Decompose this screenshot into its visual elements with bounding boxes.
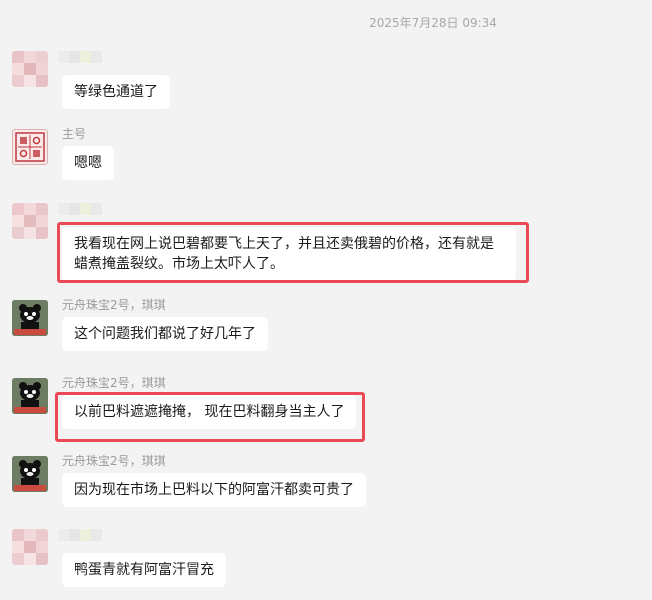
mascot-avatar[interactable] bbox=[12, 456, 48, 492]
blurred-avatar[interactable] bbox=[12, 203, 48, 239]
blurred-sender-name bbox=[58, 203, 102, 215]
sender-name: 元舟珠宝2号，琪琪 bbox=[62, 454, 166, 468]
message-bubble: 因为现在市场上巴料以下的阿富汗都卖可贵了 bbox=[62, 473, 366, 507]
blurred-sender-name bbox=[58, 529, 102, 541]
message-bubble: 等绿色通道了 bbox=[62, 75, 170, 109]
seal-logo-avatar[interactable] bbox=[12, 129, 48, 165]
message-bubble: 鸭蛋青就有阿富汗冒充 bbox=[62, 553, 226, 587]
sender-name: 元舟珠宝2号，琪琪 bbox=[62, 376, 166, 390]
blurred-avatar[interactable] bbox=[12, 529, 48, 565]
sender-name: 元舟珠宝2号，琪琪 bbox=[62, 298, 166, 312]
message-bubble: 以前巴料遮遮掩掩， 现在巴料翻身当主人了 bbox=[62, 395, 357, 429]
message-bubble: 这个问题我们都说了好几年了 bbox=[62, 317, 268, 351]
mascot-avatar[interactable] bbox=[12, 300, 48, 336]
message-bubble: 我看现在网上说巴碧都要飞上天了，并且还卖俄碧的价格，还有就是蜡煮掩盖裂纹。市场上… bbox=[62, 227, 516, 281]
sender-name: 主号 bbox=[62, 127, 87, 141]
blurred-sender-name bbox=[58, 51, 102, 63]
mascot-avatar[interactable] bbox=[12, 378, 48, 414]
blurred-avatar[interactable] bbox=[12, 51, 48, 87]
message-bubble: 嗯嗯 bbox=[62, 146, 114, 180]
chat-timestamp: 2025年7月28日 09:34 bbox=[369, 16, 497, 30]
